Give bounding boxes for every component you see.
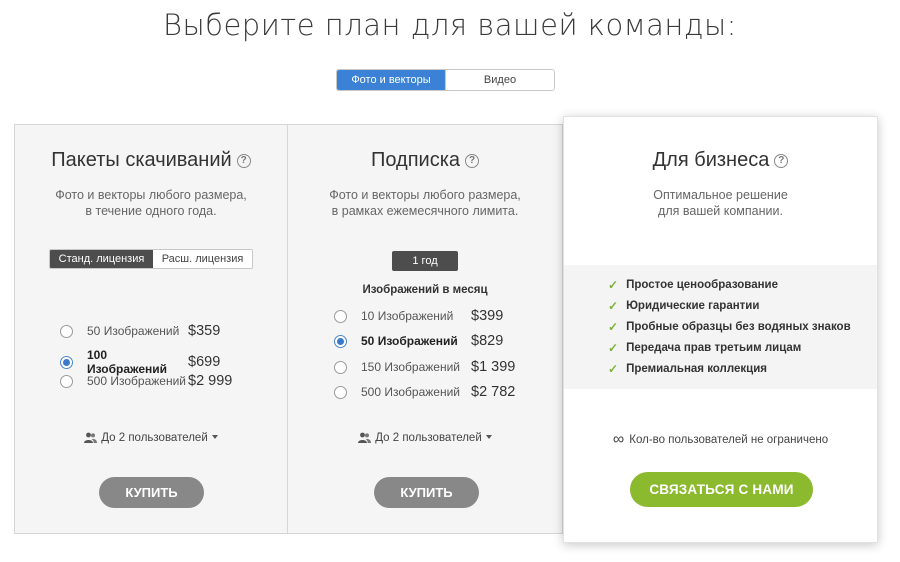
- desc-line: для вашей компании.: [658, 204, 783, 218]
- card-download-packs: Пакеты скачиваний? Фото и векторы любого…: [14, 124, 288, 534]
- subscription-option-label: 10 Изображений: [361, 309, 454, 323]
- users-dropdown[interactable]: До 2 пользователей: [288, 432, 562, 444]
- radio-button[interactable]: [60, 324, 73, 338]
- caret-down-icon: [485, 435, 492, 439]
- help-icon[interactable]: ?: [236, 154, 251, 168]
- license-toggle: Станд. лицензия Расш. лицензия: [49, 249, 253, 269]
- caret-down-icon: [211, 435, 218, 439]
- subscription-option-price: $399: [471, 308, 504, 324]
- radio-button[interactable]: [334, 309, 347, 323]
- pack-option-label: 100 Изображений: [87, 348, 168, 376]
- card-title-text: Для бизнеса: [652, 149, 770, 171]
- desc-line: Фото и векторы любого размера,: [55, 188, 247, 202]
- check-icon: ✓: [608, 320, 619, 334]
- check-icon: ✓: [608, 278, 619, 292]
- pack-option[interactable]: 50 Изображений $359: [60, 323, 220, 339]
- card-description: Фото и векторы любого размера, в течение…: [15, 187, 287, 219]
- subscription-option[interactable]: 10 Изображений $399: [334, 308, 503, 324]
- subscription-option-label: 500 Изображений: [361, 385, 460, 399]
- card-subscription: Подписка? Фото и векторы любого размера,…: [288, 124, 563, 534]
- card-description: Оптимальное решение для вашей компании.: [564, 187, 877, 219]
- subscription-option-price: $2 782: [471, 384, 516, 400]
- desc-line: в рамках ежемесячного лимита.: [331, 204, 519, 218]
- subscription-option-label: 50 Изображений: [361, 334, 458, 348]
- pack-option-label: 50 Изображений: [87, 324, 180, 338]
- pack-option-price: $699: [188, 354, 221, 370]
- help-icon[interactable]: ?: [774, 154, 789, 168]
- term-selector[interactable]: 1 год: [392, 251, 458, 271]
- users-dropdown[interactable]: До 2 пользователей: [15, 432, 287, 444]
- page-title: Выберите план для вашей команды:: [163, 8, 737, 42]
- radio-button[interactable]: [334, 334, 347, 348]
- feature-item: ✓ Премиальная коллекция: [608, 362, 767, 376]
- subscription-option[interactable]: 50 Изображений $829: [334, 333, 503, 349]
- pack-option[interactable]: 500 Изображений $2 999: [60, 373, 232, 389]
- pack-option-label: 500 Изображений: [87, 374, 186, 388]
- feature-item: ✓ Юридические гарантии: [608, 299, 760, 313]
- pack-option[interactable]: 100 Изображений $699: [60, 348, 220, 376]
- card-title: Для бизнеса?: [564, 149, 877, 172]
- check-icon: ✓: [608, 362, 619, 376]
- contact-us-button[interactable]: СВЯЗАТЬСЯ С НАМИ: [630, 472, 813, 507]
- media-type-toggle: Фото и векторы Видео: [336, 69, 555, 91]
- tab-photos-vectors[interactable]: Фото и векторы: [337, 70, 445, 90]
- feature-item: ✓ Передача прав третьим лицам: [608, 341, 802, 355]
- users-icon: [84, 432, 98, 443]
- features-list: ✓ Простое ценообразование ✓ Юридические га…: [564, 265, 877, 389]
- subscription-option[interactable]: 150 Изображений $1 399: [334, 359, 515, 375]
- check-icon: ✓: [608, 341, 619, 355]
- buy-button[interactable]: КУПИТЬ: [99, 477, 204, 508]
- users-label: До 2 пользователей: [375, 432, 482, 444]
- desc-line: в течение одного года.: [85, 204, 217, 218]
- card-title-text: Пакеты скачиваний: [51, 149, 232, 171]
- card-title: Пакеты скачиваний?: [15, 149, 287, 172]
- per-month-label: Изображений в месяц: [362, 284, 488, 296]
- help-icon[interactable]: ?: [465, 154, 480, 168]
- radio-button[interactable]: [60, 355, 73, 369]
- pack-option-price: $359: [188, 323, 221, 339]
- users-label: До 2 пользователей: [101, 432, 208, 444]
- radio-button[interactable]: [334, 360, 347, 374]
- subscription-option-price: $829: [471, 333, 504, 349]
- desc-line: Оптимальное решение: [653, 188, 788, 202]
- subscription-option-price: $1 399: [471, 359, 516, 375]
- card-description: Фото и векторы любого размера, в рамках …: [288, 187, 562, 219]
- card-title: Подписка?: [288, 149, 562, 172]
- pack-option-price: $2 999: [188, 373, 233, 389]
- unlimited-users: ∞ Кол-во пользователей не ограничено: [564, 431, 877, 449]
- card-business: Для бизнеса? Оптимальное решение для ваш…: [563, 116, 878, 543]
- radio-button[interactable]: [60, 374, 73, 388]
- radio-button[interactable]: [334, 385, 347, 399]
- check-icon: ✓: [608, 299, 619, 313]
- subscription-option-label: 150 Изображений: [361, 360, 460, 374]
- tab-video[interactable]: Видео: [445, 70, 554, 90]
- standard-license-tab[interactable]: Станд. лицензия: [50, 250, 153, 268]
- extended-license-tab[interactable]: Расш. лицензия: [152, 250, 252, 268]
- card-title-text: Подписка: [370, 149, 461, 171]
- feature-item: ✓ Простое ценообразование: [608, 278, 779, 292]
- users-icon: [358, 432, 372, 443]
- subscription-option[interactable]: 500 Изображений $2 782: [334, 384, 515, 400]
- unlimited-label: Кол-во пользователей не ограничено: [629, 434, 829, 446]
- buy-button[interactable]: КУПИТЬ: [374, 477, 479, 508]
- feature-item: ✓ Пробные образцы без водяных знаков: [608, 320, 851, 334]
- desc-line: Фото и векторы любого размера,: [329, 188, 521, 202]
- infinity-icon: ∞: [612, 431, 625, 448]
